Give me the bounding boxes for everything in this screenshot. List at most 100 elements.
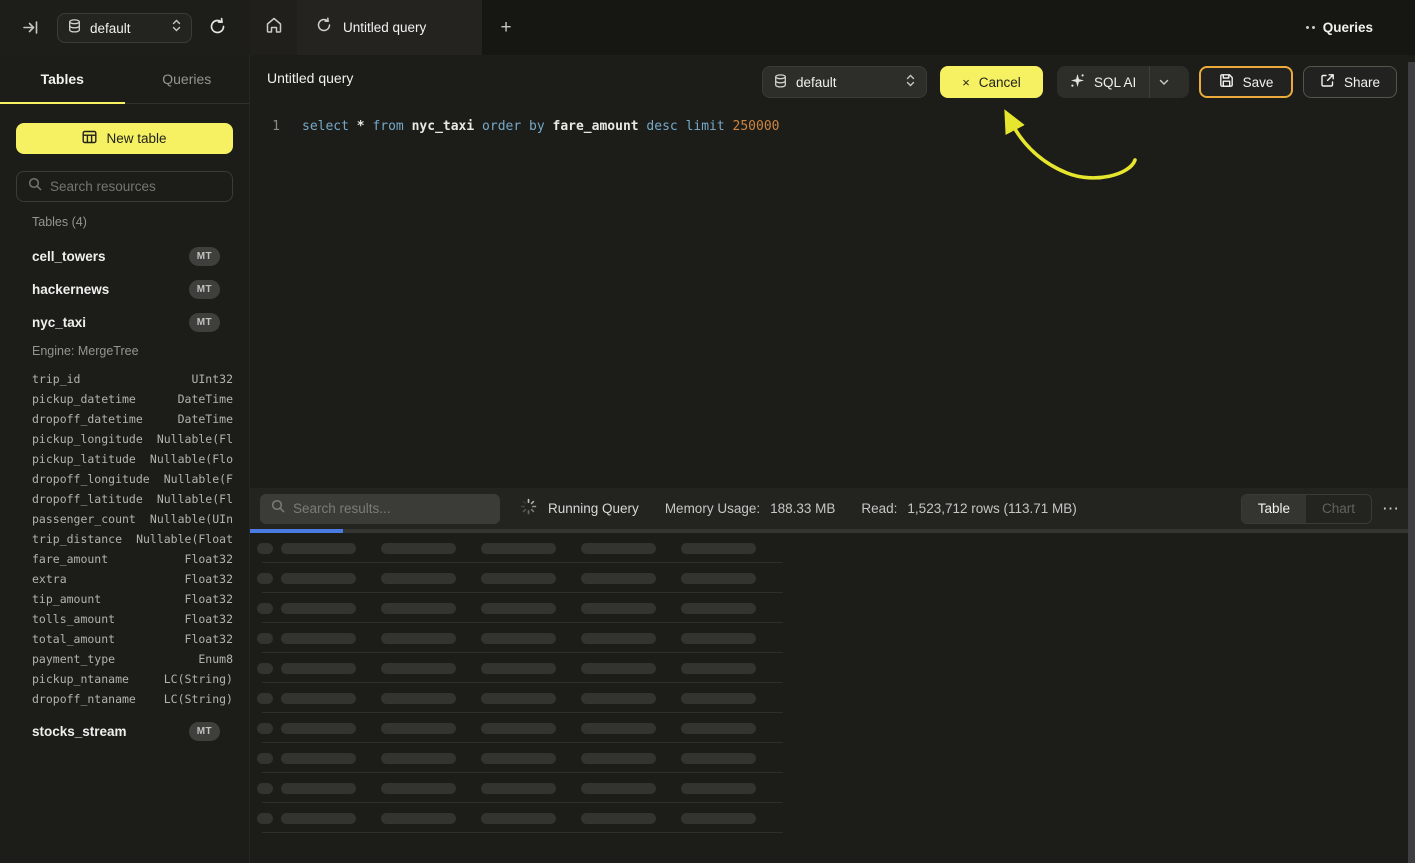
skeleton-cell — [281, 783, 356, 794]
skeleton-cell — [381, 663, 456, 674]
column-row-tolls_amount: tolls_amountFloat32 — [0, 609, 250, 629]
column-type: Float32 — [185, 572, 233, 586]
column-type: Nullable(Fl — [157, 492, 233, 506]
sql-ai-dropdown[interactable] — [1150, 66, 1177, 98]
skeleton-cell — [581, 603, 656, 614]
table-name: hackernews — [32, 282, 109, 297]
share-button[interactable]: Share — [1303, 66, 1397, 98]
tab-title: Untitled query — [343, 20, 426, 35]
skeleton-cell — [381, 603, 456, 614]
search-icon — [271, 499, 285, 518]
home-icon — [265, 16, 283, 39]
queries-button[interactable]: Queries — [1306, 0, 1373, 55]
engine-badge: MT — [189, 280, 220, 299]
column-row-pickup_latitude: pickup_latitude Nullable(Flo — [0, 449, 250, 469]
column-name: total_amount — [32, 632, 115, 646]
sidebar-tabs: Tables Queries — [0, 55, 249, 104]
skeleton-cell — [581, 813, 656, 824]
sql-ai-button[interactable]: SQL AI — [1057, 66, 1189, 98]
resource-search-input[interactable] — [50, 179, 221, 194]
skeleton-row — [250, 533, 1415, 563]
column-type: UInt32 — [191, 372, 233, 386]
code-line: 1 select * from nyc_taxi order by fare_a… — [266, 118, 780, 136]
new-tab-button[interactable]: + — [482, 0, 530, 55]
save-button[interactable]: Save — [1199, 66, 1293, 98]
tab-queries-label: Queries — [162, 71, 211, 87]
column-name: pickup_longitude — [32, 432, 143, 446]
skeleton-cell — [581, 723, 656, 734]
table-name: nyc_taxi — [32, 315, 86, 330]
table-item-hackernews[interactable]: hackernews MT — [0, 273, 250, 306]
column-name: dropoff_latitude — [32, 492, 143, 506]
table-item-stocks_stream[interactable]: stocks_stream MT — [0, 715, 250, 748]
sync-icon — [316, 17, 332, 38]
cancel-button[interactable]: × Cancel — [940, 66, 1043, 98]
column-name: extra — [32, 572, 67, 586]
view-toggle-chart[interactable]: Chart — [1306, 495, 1371, 523]
skeleton-cell — [257, 723, 273, 734]
skeleton-row — [250, 653, 1415, 683]
skeleton-cell — [681, 573, 756, 584]
column-type: Float32 — [185, 552, 233, 566]
skeleton-cell — [481, 783, 556, 794]
sql-console-app: default — [0, 0, 1415, 863]
tab-tables[interactable]: Tables — [0, 55, 125, 103]
column-row-pickup_longitude: pickup_longitude Nullable(Fl — [0, 429, 250, 449]
more-options-button[interactable]: ⋯ — [1382, 499, 1399, 519]
query-database-selector[interactable]: default — [762, 66, 927, 98]
tables-section-label: Tables (4) — [32, 215, 87, 229]
columns-list: trip_idUInt32pickup_datetimeDateTimedrop… — [0, 363, 250, 709]
skeleton-cell — [481, 603, 556, 614]
column-type: Nullable(F — [164, 472, 233, 486]
query-title: Untitled query — [267, 70, 353, 86]
tab-untitled-query[interactable]: Untitled query — [297, 0, 482, 55]
refresh-icon[interactable] — [208, 17, 227, 41]
column-row-total_amount: total_amountFloat32 — [0, 629, 250, 649]
tab-tables-label: Tables — [41, 71, 84, 87]
skeleton-cell — [681, 693, 756, 704]
queries-label: Queries — [1323, 20, 1373, 35]
tab-queries[interactable]: Queries — [125, 55, 250, 103]
database-selector[interactable]: default — [57, 13, 192, 43]
view-toggle-table[interactable]: Table — [1242, 495, 1306, 523]
column-name: payment_type — [32, 652, 115, 666]
column-name: pickup_latitude — [32, 452, 136, 466]
new-table-button[interactable]: New table — [16, 123, 233, 154]
column-row-passenger_count: passenger_countNullable(UIn — [0, 509, 250, 529]
vertical-scrollbar[interactable] — [1408, 62, 1415, 863]
save-icon — [1219, 73, 1234, 91]
memory-usage-label: Memory Usage: — [665, 501, 760, 516]
sql-ai-label: SQL AI — [1094, 75, 1136, 90]
cancel-label: Cancel — [979, 75, 1021, 90]
skeleton-cell — [681, 543, 756, 554]
column-name: pickup_datetime — [32, 392, 136, 406]
table-name: stocks_stream — [32, 724, 127, 739]
collapse-sidebar-icon[interactable] — [22, 19, 39, 41]
sparkle-icon — [1070, 73, 1085, 91]
engine-label: Engine: MergeTree — [0, 339, 250, 363]
database-selector-value: default — [90, 21, 131, 36]
memory-usage-value: 188.33 MB — [770, 501, 835, 516]
skeleton-cell — [581, 633, 656, 644]
spinner-icon — [520, 498, 537, 520]
skeleton-cell — [481, 573, 556, 584]
column-type: Nullable(Flo — [150, 452, 233, 466]
engine-badge: MT — [189, 722, 220, 741]
results-search-input[interactable] — [293, 501, 489, 516]
results-toolbar: Running Query Memory Usage: 188.33 MB Re… — [250, 488, 1415, 529]
skeleton-cell — [381, 633, 456, 644]
column-type: Nullable(Fl — [157, 432, 233, 446]
share-icon — [1320, 73, 1335, 91]
home-tab[interactable] — [250, 0, 297, 55]
table-item-nyc_taxi[interactable]: nyc_taxiMT — [0, 306, 250, 339]
column-name: trip_distance — [32, 532, 122, 546]
skeleton-cell — [381, 693, 456, 704]
skeleton-row — [250, 773, 1415, 803]
table-item-cell_towers[interactable]: cell_towersMT — [0, 240, 250, 273]
sql-editor[interactable]: 1 select * from nyc_taxi order by fare_a… — [250, 104, 1415, 488]
column-type: DateTime — [178, 392, 233, 406]
skeleton-cell — [281, 603, 356, 614]
skeleton-cell — [281, 693, 356, 704]
skeleton-cell — [281, 813, 356, 824]
skeleton-cell — [281, 543, 356, 554]
